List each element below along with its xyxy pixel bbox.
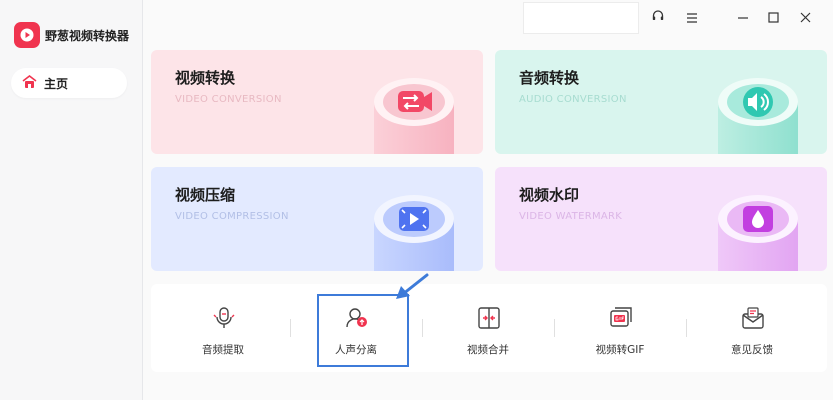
headset-icon [651, 8, 665, 27]
video-watermark-card[interactable]: 视频水印 VIDEO WATERMARK [495, 167, 827, 271]
home-icon [22, 74, 37, 93]
video-conversion-icon [371, 76, 457, 154]
sidebar-item-label: 主页 [44, 76, 69, 91]
support-headset-button[interactable] [646, 6, 670, 28]
sidebar-item-home[interactable]: 主页 [11, 68, 127, 98]
tool-label: 视频合并 [467, 344, 509, 356]
annotation-arrow-icon [396, 273, 429, 299]
video-merge-icon [477, 306, 501, 330]
minimize-button[interactable] [731, 6, 755, 28]
card-subtitle: AUDIO CONVERSION [519, 94, 627, 105]
main-area: 视频转换 VIDEO CONVERSION 音频转换 AUDIO CONVERS… [143, 0, 833, 400]
tool-label: 意见反馈 [731, 344, 773, 356]
tool-feedback[interactable]: 意见反馈 [686, 284, 818, 372]
card-title: 视频压缩 [175, 186, 236, 204]
card-title: 视频转换 [175, 69, 236, 87]
app-title: 野葱视频转换器 [45, 29, 130, 43]
audio-conversion-card[interactable]: 音频转换 AUDIO CONVERSION [495, 50, 827, 154]
maximize-icon [767, 8, 779, 27]
close-button[interactable] [793, 6, 817, 28]
close-icon [800, 8, 811, 27]
video-compression-card[interactable]: 视频压缩 VIDEO COMPRESSION [151, 167, 483, 271]
highlight-box [317, 294, 409, 367]
sidebar: 野葱视频转换器 主页 [0, 0, 143, 400]
video-watermark-icon [715, 193, 801, 271]
tool-audio-extract[interactable]: 音频提取 [157, 284, 289, 372]
gif-icon [609, 306, 633, 330]
menu-button[interactable] [680, 6, 704, 28]
microphone-icon [212, 306, 236, 330]
audio-conversion-icon [715, 76, 801, 154]
tool-label: 音频提取 [202, 344, 244, 356]
card-title: 音频转换 [519, 69, 580, 87]
feedback-mail-icon [741, 306, 765, 330]
card-subtitle: VIDEO WATERMARK [519, 211, 623, 222]
tool-label: 视频转GIF [595, 344, 645, 356]
menu-icon [686, 8, 698, 27]
titlebar-blank-area [523, 2, 639, 34]
tool-video-to-gif[interactable]: 视频转GIF [554, 284, 686, 372]
maximize-button[interactable] [761, 6, 785, 28]
video-compression-icon [371, 193, 457, 271]
tools-panel: 音频提取 人声分离 视频合并 视频转GIF 意见反馈 [151, 284, 827, 372]
tool-video-merge[interactable]: 视频合并 [422, 284, 554, 372]
card-title: 视频水印 [519, 186, 580, 204]
video-conversion-card[interactable]: 视频转换 VIDEO CONVERSION [151, 50, 483, 154]
minimize-icon [737, 8, 749, 27]
card-subtitle: VIDEO COMPRESSION [175, 211, 289, 222]
card-subtitle: VIDEO CONVERSION [175, 94, 282, 105]
app-logo-icon [14, 22, 40, 48]
